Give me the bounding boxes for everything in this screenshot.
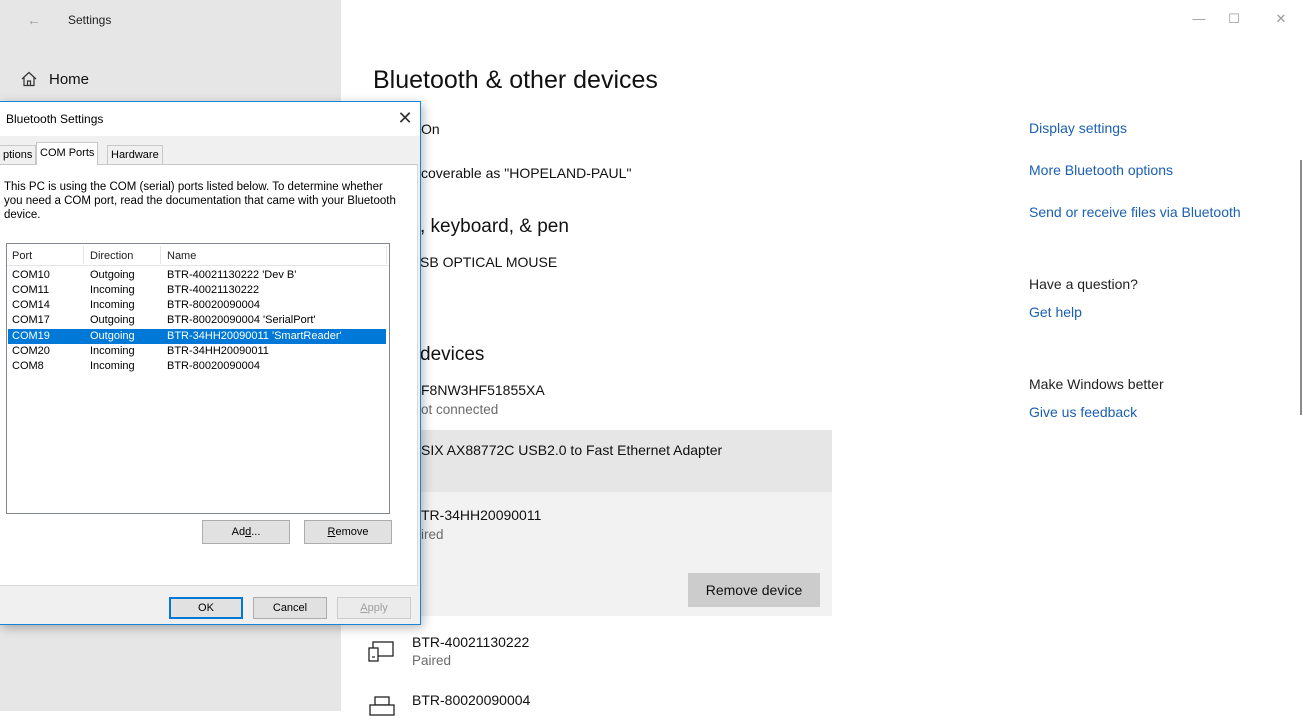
port-cell: COM17 — [12, 314, 50, 326]
add-label: Ad — [231, 526, 246, 538]
table-row[interactable]: COM17 Outgoing BTR-80020090004 'SerialPo… — [8, 313, 386, 328]
back-button[interactable]: ← — [22, 10, 46, 30]
name-cell: BTR-80020090004 — [167, 360, 260, 372]
maximize-button[interactable]: ☐ — [1219, 10, 1249, 28]
name-cell: BTR-80020090004 — [167, 299, 260, 311]
column-header-name[interactable]: Name — [167, 250, 196, 262]
ok-button[interactable]: OK — [169, 597, 243, 619]
name-cell: BTR-40021130222 — [167, 284, 260, 296]
name-cell: BTR-40021130222 'Dev B' — [167, 269, 297, 281]
name-cell: BTR-80020090004 'SerialPort' — [167, 314, 316, 326]
device-name[interactable]: F8NW3HF51855XA — [421, 382, 545, 398]
direction-cell: Outgoing — [90, 330, 135, 342]
dialog-close-button[interactable]: ✕ — [392, 106, 418, 130]
tab-options[interactable]: ptions — [0, 145, 37, 164]
bluetooth-state-label: On — [421, 121, 440, 137]
device-name[interactable]: TR-34HH20090011 — [421, 507, 541, 523]
table-row[interactable]: COM8 Incoming BTR-80020090004 — [8, 359, 386, 374]
printer-icon — [369, 696, 395, 716]
device-name[interactable]: BTR-40021130222 — [412, 634, 529, 650]
scrollbar[interactable] — [1300, 160, 1302, 415]
port-cell: COM20 — [12, 345, 50, 357]
other-devices-heading: devices — [420, 344, 485, 365]
direction-cell: Incoming — [90, 284, 135, 296]
table-row[interactable]: COM10 Outgoing BTR-40021130222 'Dev B' — [8, 268, 386, 283]
discoverable-text: coverable as "HOPELAND-PAUL" — [421, 165, 632, 181]
feedback-link[interactable]: Give us feedback — [1029, 404, 1137, 420]
port-cell: COM10 — [12, 269, 50, 281]
add-label-ellipsis: ... — [251, 526, 261, 538]
remove-device-button[interactable]: Remove device — [688, 573, 820, 607]
table-row[interactable]: COM14 Incoming BTR-80020090004 — [8, 298, 386, 313]
more-bluetooth-options-link[interactable]: More Bluetooth options — [1029, 162, 1173, 178]
device-status: ot connected — [421, 402, 499, 417]
port-cell: COM8 — [12, 360, 44, 372]
column-header-direction[interactable]: Direction — [90, 250, 133, 262]
minimize-button[interactable]: — — [1184, 10, 1214, 28]
device-name[interactable]: BTR-80020090004 — [412, 692, 530, 708]
direction-cell: Incoming — [90, 360, 135, 372]
direction-cell: Outgoing — [90, 269, 135, 281]
name-cell: BTR-34HH20090011 'SmartReader' — [167, 330, 342, 342]
device-name[interactable]: SIX AX88772C USB2.0 to Fast Ethernet Ada… — [421, 442, 722, 458]
mouse-device-name[interactable]: SB OPTICAL MOUSE — [420, 254, 557, 270]
port-cell: COM11 — [12, 284, 50, 296]
bluetooth-settings-dialog: Bluetooth Settings ✕ ptions COM Ports Ha… — [0, 101, 421, 625]
remove-label: emove — [335, 526, 369, 538]
nav-home[interactable]: Home — [49, 71, 89, 88]
home-icon — [21, 71, 37, 87]
direction-cell: Outgoing — [90, 314, 135, 326]
column-separator[interactable] — [386, 246, 387, 264]
dialog-titlebar[interactable]: Bluetooth Settings ✕ — [0, 102, 420, 136]
column-separator[interactable] — [160, 246, 161, 264]
dialog-title: Bluetooth Settings — [6, 112, 104, 126]
apply-label-mnemonic: A — [360, 602, 368, 614]
direction-cell: Incoming — [90, 345, 135, 357]
tab-hardware[interactable]: Hardware — [107, 145, 163, 164]
dialog-description: This PC is using the COM (serial) ports … — [4, 181, 396, 221]
list-header: Port Direction Name — [7, 244, 389, 266]
page-title: Bluetooth & other devices — [373, 66, 658, 94]
apply-label: pply — [367, 602, 388, 614]
window-title: Settings — [68, 13, 112, 27]
device-icon — [368, 641, 394, 662]
remove-port-button[interactable]: Remove — [304, 520, 392, 544]
table-row[interactable]: COM11 Incoming BTR-40021130222 — [8, 283, 386, 298]
tab-com-ports[interactable]: COM Ports — [36, 142, 99, 165]
close-window-button[interactable]: ✕ — [1266, 10, 1296, 28]
send-receive-files-link[interactable]: Send or receive files via Bluetooth — [1029, 204, 1241, 220]
cancel-button[interactable]: Cancel — [253, 597, 327, 619]
get-help-link[interactable]: Get help — [1029, 304, 1082, 320]
name-cell: BTR-34HH20090011 — [167, 345, 269, 357]
port-cell: COM19 — [12, 330, 50, 342]
column-separator[interactable] — [83, 246, 84, 264]
direction-cell: Incoming — [90, 299, 135, 311]
add-port-button[interactable]: Add... — [202, 520, 290, 544]
device-status: Paired — [412, 653, 452, 668]
device-status: ired — [421, 527, 444, 542]
com-ports-list[interactable]: Port Direction Name COM10 Outgoing BTR-4… — [6, 243, 390, 514]
make-windows-better-heading: Make Windows better — [1029, 376, 1164, 392]
table-row-selected[interactable]: COM19 Outgoing BTR-34HH20090011 'SmartRe… — [8, 329, 386, 344]
question-heading: Have a question? — [1029, 276, 1138, 292]
display-settings-link[interactable]: Display settings — [1029, 120, 1127, 136]
mouse-keyboard-pen-heading: , keyboard, & pen — [420, 216, 569, 237]
column-header-port[interactable]: Port — [12, 250, 32, 262]
apply-button[interactable]: Apply — [337, 597, 411, 619]
table-row[interactable]: COM20 Incoming BTR-34HH20090011 — [8, 344, 386, 359]
port-cell: COM14 — [12, 299, 50, 311]
